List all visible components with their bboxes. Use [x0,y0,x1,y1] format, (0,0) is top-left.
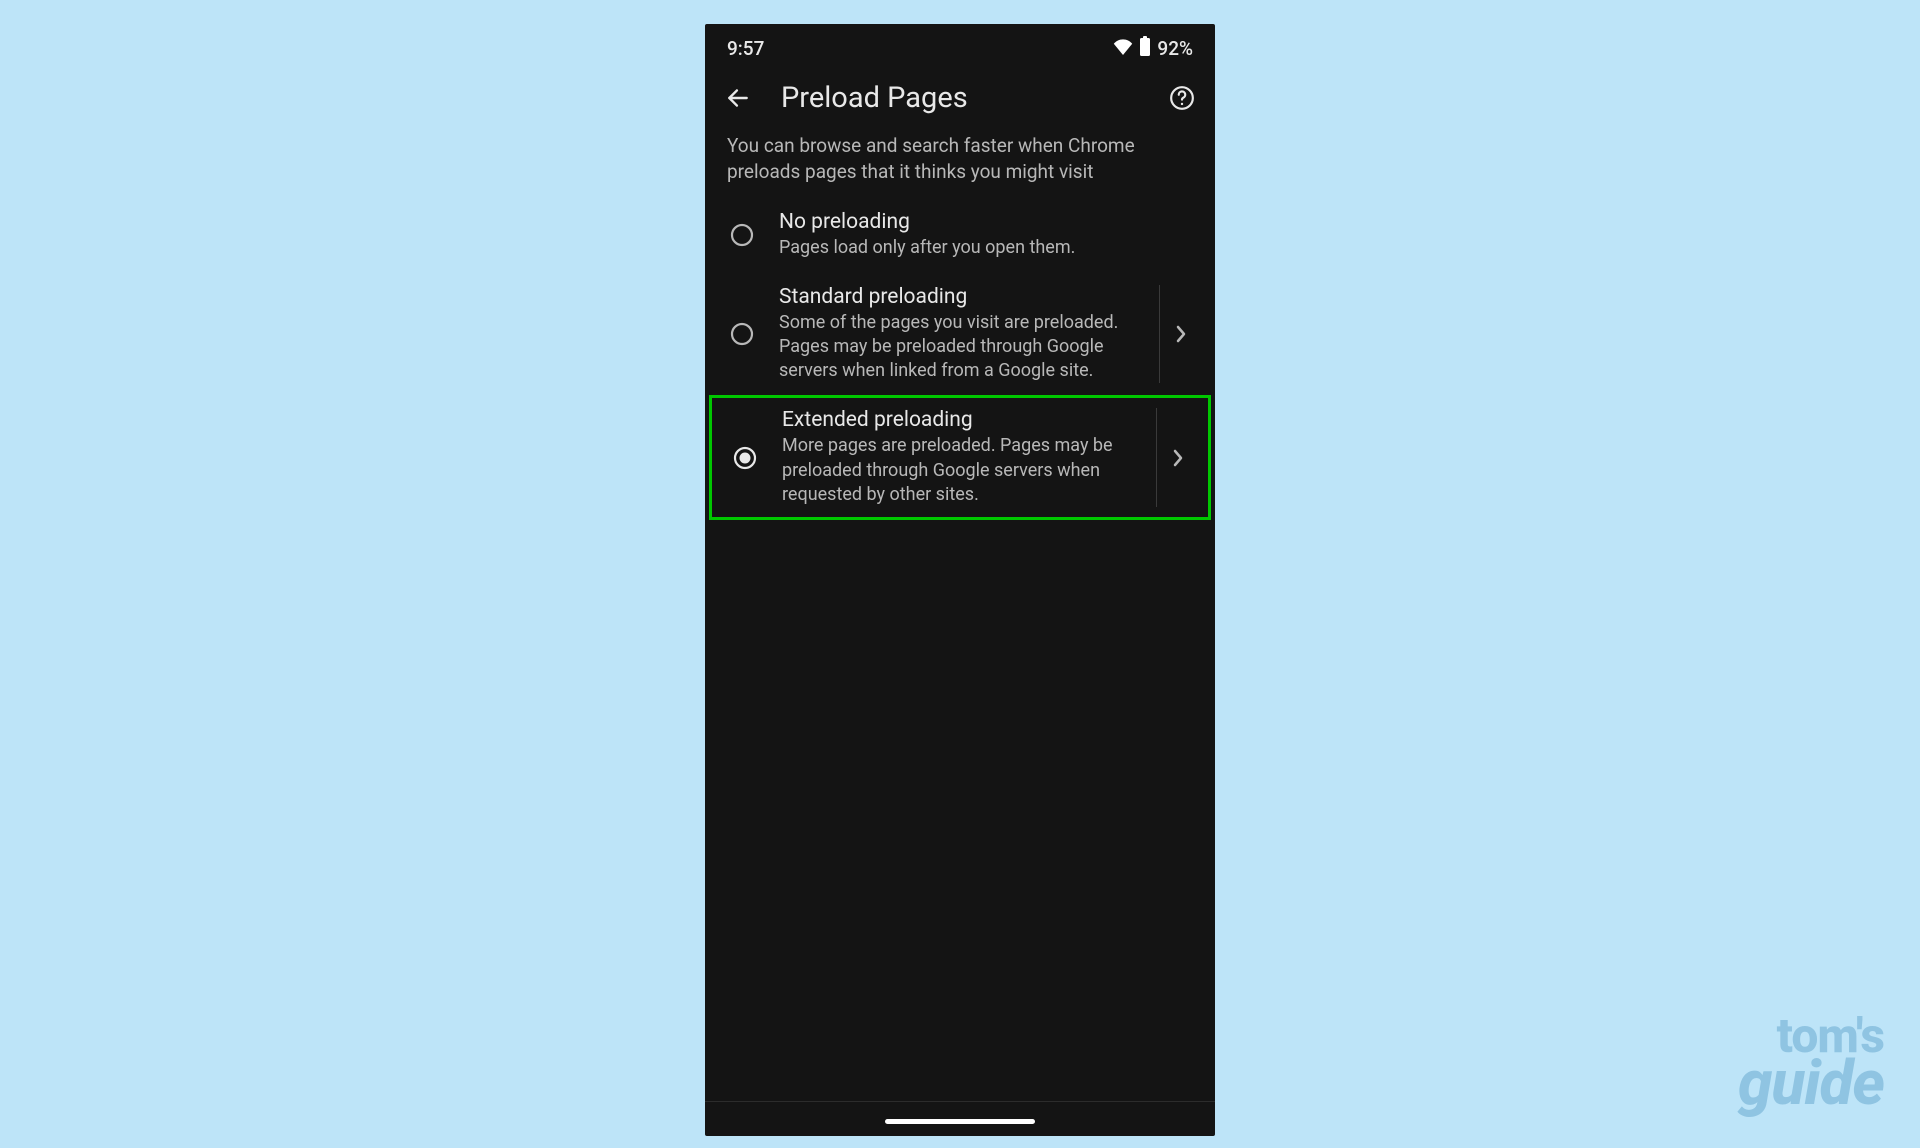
chevron-right-icon[interactable] [1159,285,1201,384]
option-row-2[interactable]: Extended preloadingMore pages are preloa… [709,395,1211,520]
option-body: No preloadingPages load only after you o… [779,210,1201,260]
radio-button[interactable] [723,223,761,247]
option-label: Extended preloading [782,408,1130,432]
battery-percent: 92% [1157,37,1193,60]
back-icon[interactable] [725,85,751,111]
phone-frame: 9:57 92% Preload Pages You can browse an… [705,24,1215,1136]
option-row-1[interactable]: Standard preloadingSome of the pages you… [705,273,1215,396]
wifi-icon [1113,37,1133,60]
home-indicator[interactable] [885,1119,1035,1124]
option-body: Standard preloadingSome of the pages you… [779,285,1133,384]
option-description: Some of the pages you visit are preloade… [779,311,1133,384]
nav-separator [705,1101,1215,1102]
option-description: Pages load only after you open them. [779,236,1201,260]
battery-icon [1139,36,1151,61]
status-right-cluster: 92% [1113,36,1193,61]
page-title: Preload Pages [781,81,1139,115]
status-bar: 9:57 92% [705,24,1215,67]
title-bar: Preload Pages [705,67,1215,133]
watermark-line2: guide [1738,1047,1884,1120]
radio-button[interactable] [723,322,761,346]
chevron-right-icon[interactable] [1156,408,1198,507]
status-time: 9:57 [727,37,764,60]
watermark-logo: tom's guide [1738,1015,1884,1112]
option-label: No preloading [779,210,1201,234]
radio-button[interactable] [726,446,764,470]
intro-text: You can browse and search faster when Ch… [705,133,1215,198]
help-icon[interactable] [1169,85,1195,111]
option-body: Extended preloadingMore pages are preloa… [782,408,1130,507]
option-row-0[interactable]: No preloadingPages load only after you o… [705,198,1215,272]
option-description: More pages are preloaded. Pages may be p… [782,434,1130,507]
options-list: No preloadingPages load only after you o… [705,198,1215,520]
option-label: Standard preloading [779,285,1133,309]
